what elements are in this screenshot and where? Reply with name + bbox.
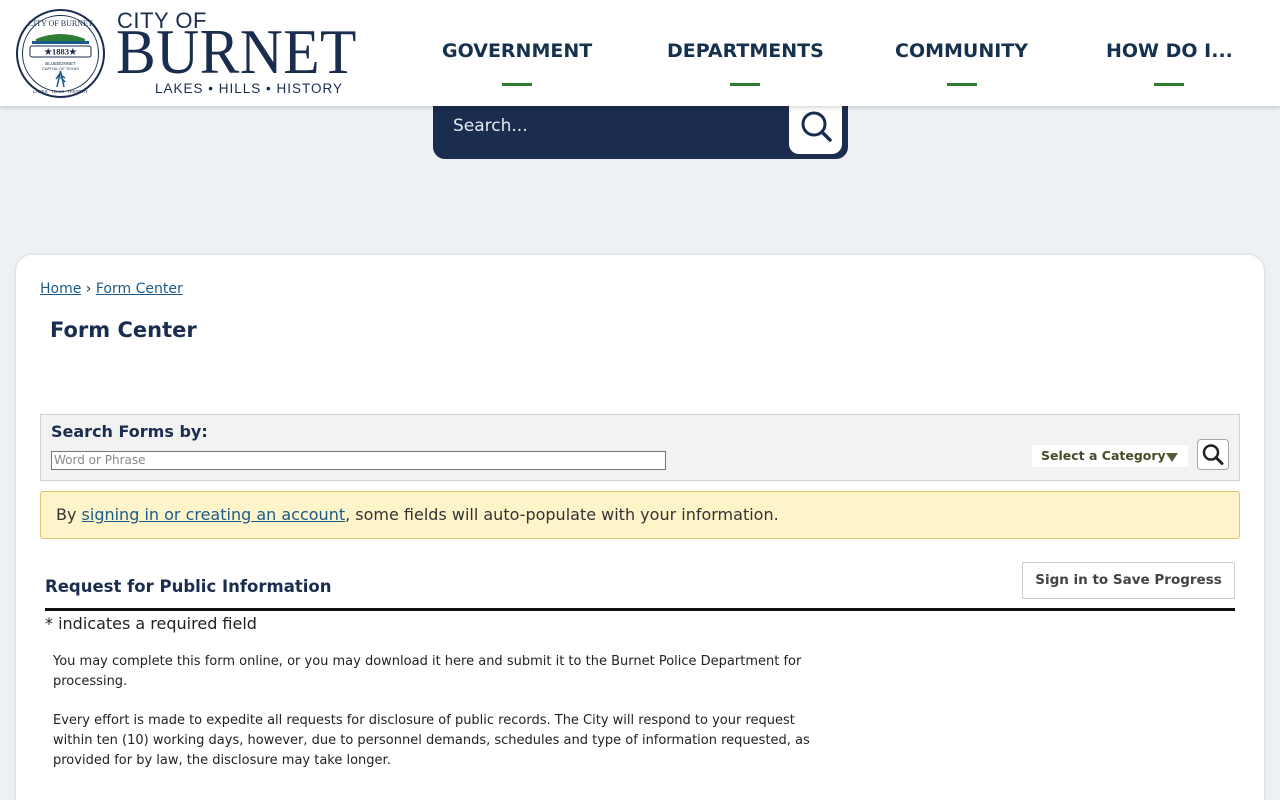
nav-label: COMMUNITY (895, 40, 1029, 62)
form-title: Request for Public Information (45, 577, 332, 596)
nav-underline (730, 83, 761, 86)
breadcrumb-form-center[interactable]: Form Center (96, 281, 183, 297)
nav-how-do-i[interactable]: HOW DO I... (1106, 40, 1233, 86)
form-search-button[interactable] (1197, 439, 1229, 470)
nav-underline (946, 83, 977, 86)
required-field-note: * indicates a required field (45, 614, 257, 633)
category-select[interactable]: Select a Category (1032, 445, 1188, 467)
site-search-input[interactable]: Search... (453, 116, 528, 136)
dropdown-arrow-icon (1166, 453, 1178, 462)
nav-departments[interactable]: DEPARTMENTS (667, 40, 824, 86)
nav-community[interactable]: COMMUNITY (895, 40, 1029, 86)
sign-in-save-progress-button[interactable]: Sign in to Save Progress (1022, 562, 1235, 599)
nav-government[interactable]: GOVERNMENT (442, 40, 593, 86)
seal-ring-text: CITY OF BURNET (28, 19, 93, 28)
sign-in-link[interactable]: signing in or creating an account (82, 505, 346, 524)
city-seal-logo[interactable]: CITY OF BURNET ★1883★ BLUEBONNET CAPITAL… (16, 9, 105, 98)
nav-label: GOVERNMENT (442, 40, 593, 62)
breadcrumb-separator: › (85, 281, 92, 297)
nav-underline (502, 83, 533, 86)
nav-underline (1154, 83, 1185, 86)
sign-in-notice: By signing in or creating an account, so… (40, 491, 1240, 539)
breadcrumb-home[interactable]: Home (40, 281, 81, 297)
seal-bottom-text: LAKES · HILLS · HISTORY (33, 89, 88, 94)
notice-prefix: By (56, 505, 82, 524)
site-header: CITY OF BURNET ★1883★ BLUEBONNET CAPITAL… (0, 0, 1280, 106)
search-icon (801, 111, 832, 142)
search-forms-panel: Search Forms by: Word or Phrase Select a… (40, 414, 1240, 481)
brand-main-text: BURNET (116, 16, 357, 87)
search-forms-label: Search Forms by: (51, 422, 208, 441)
form-search-input[interactable]: Word or Phrase (51, 451, 666, 470)
breadcrumb: Home › Form Center (40, 281, 183, 297)
seal-year: ★1883★ (44, 47, 78, 57)
nav-label: DEPARTMENTS (667, 40, 824, 62)
nav-label: HOW DO I... (1106, 40, 1233, 62)
form-disclosure-paragraph: Every effort is made to expedite all req… (53, 713, 810, 768)
page-title: Form Center (50, 318, 197, 342)
brand-tagline: LAKES • HILLS • HISTORY (155, 81, 344, 96)
seal-subtitle: CAPITAL OF TEXAS (42, 66, 79, 71)
main-content: Home › Form Center Form Center Search Fo… (16, 255, 1264, 800)
notice-suffix: , some fields will auto-populate with yo… (345, 505, 779, 524)
title-divider (45, 608, 1235, 611)
site-search-button[interactable] (789, 102, 842, 154)
form-intro-paragraph: You may complete this form online, or yo… (53, 654, 802, 689)
category-select-value: Select a Category (1041, 448, 1166, 463)
search-icon (1202, 444, 1224, 465)
